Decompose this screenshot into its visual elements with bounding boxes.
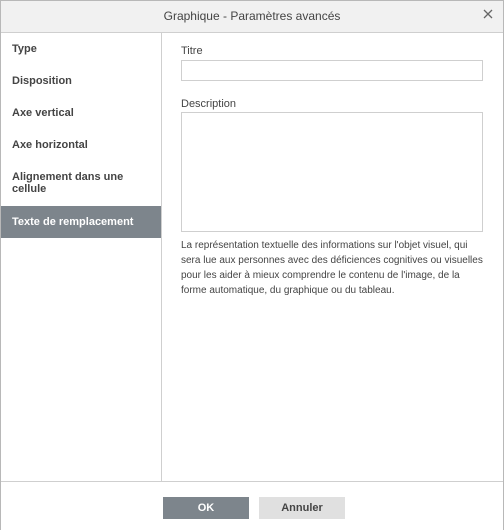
- sidebar-item-disposition[interactable]: Disposition: [1, 75, 161, 89]
- close-icon[interactable]: [480, 6, 496, 22]
- sidebar-item-vertical-axis[interactable]: Axe vertical: [1, 107, 161, 121]
- dialog-footer: OK Annuler: [1, 481, 503, 530]
- sidebar-item-label: Axe horizontal: [12, 139, 88, 151]
- help-text: La représentation textuelle des informat…: [181, 240, 483, 296]
- cancel-button[interactable]: Annuler: [259, 497, 345, 519]
- sidebar-item-label: Texte de remplacement: [12, 216, 134, 228]
- dialog-title: Graphique - Paramètres avancés: [163, 9, 341, 23]
- settings-sidebar: Type Disposition Axe vertical Axe horizo…: [1, 33, 162, 481]
- title-label: Titre: [181, 45, 203, 57]
- sidebar-item-horizontal-axis[interactable]: Axe horizontal: [1, 139, 161, 153]
- dialog-titlebar[interactable]: Graphique - Paramètres avancés: [1, 1, 503, 33]
- ok-button[interactable]: OK: [163, 497, 249, 519]
- alt-text-panel: Titre Description La représentation text…: [162, 33, 503, 481]
- sidebar-item-alt-text[interactable]: Texte de remplacement: [1, 206, 161, 238]
- sidebar-item-label: Alignement dans une cellule: [12, 171, 124, 195]
- title-input[interactable]: [181, 60, 483, 81]
- sidebar-item-type[interactable]: Type: [1, 43, 161, 57]
- sidebar-item-cell-alignment[interactable]: Alignement dans une cellule: [1, 171, 161, 197]
- sidebar-item-label: Disposition: [12, 75, 72, 87]
- advanced-settings-dialog: Graphique - Paramètres avancés Type Disp…: [0, 0, 504, 530]
- description-textarea[interactable]: [181, 112, 483, 232]
- sidebar-item-label: Type: [12, 43, 37, 55]
- description-label: Description: [181, 98, 237, 110]
- sidebar-item-label: Axe vertical: [12, 107, 74, 119]
